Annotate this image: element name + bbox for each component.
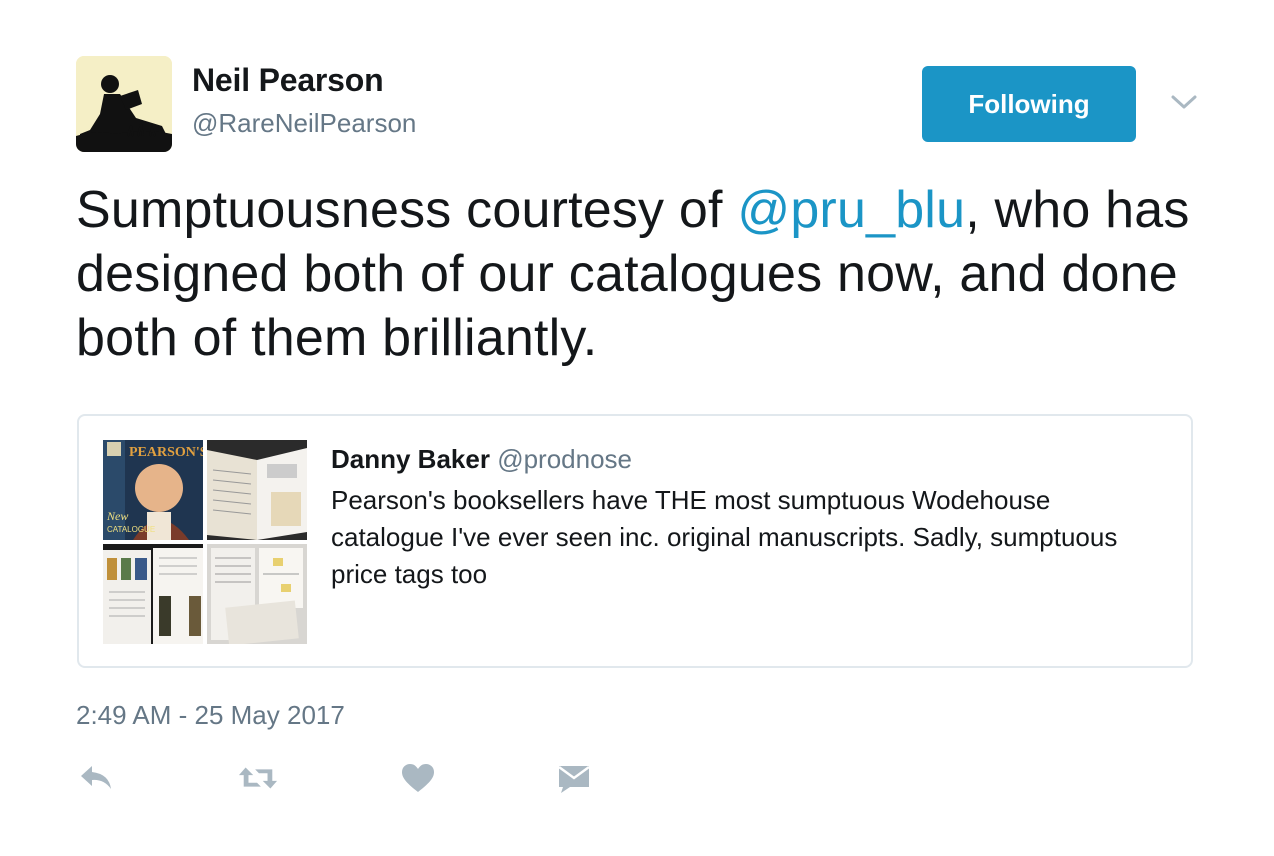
silhouette-reading-avatar-icon xyxy=(76,56,172,152)
tweet-timestamp[interactable]: 2:49 AM - 25 May 2017 xyxy=(76,700,345,731)
retweet-icon xyxy=(238,767,278,789)
catalogue-cover-image: PEARSON'S New CATALOGUE xyxy=(103,440,203,540)
tweet-text-part: Sumptuousness courtesy of xyxy=(76,181,738,239)
cover-new-text: New xyxy=(106,509,128,523)
quoted-tweet-media-grid[interactable]: PEARSON'S New CATALOGUE xyxy=(103,440,309,646)
quoted-tweet-card[interactable]: PEARSON'S New CATALOGUE Danny Baker @pro… xyxy=(77,414,1193,668)
retweet-button[interactable] xyxy=(238,760,278,796)
more-options-button[interactable] xyxy=(1170,90,1198,114)
like-icon xyxy=(402,764,434,792)
direct-message-icon xyxy=(558,765,590,793)
reply-button[interactable] xyxy=(76,760,116,796)
catalogue-pages-image xyxy=(103,544,203,644)
author-name[interactable]: Neil Pearson xyxy=(192,62,384,99)
avatar[interactable] xyxy=(76,56,172,152)
quoted-tweet-text: Pearson's booksellers have THE most sump… xyxy=(331,485,1118,589)
media-thumbnail-letters[interactable] xyxy=(207,544,307,644)
manuscript-letters-image xyxy=(207,544,307,644)
cover-catalogue-text: CATALOGUE xyxy=(107,525,155,534)
tweet-text: Sumptuousness courtesy of @pru_blu, who … xyxy=(76,178,1196,370)
quoted-tweet-header: Danny Baker @prodnose xyxy=(331,444,632,475)
following-button[interactable]: Following xyxy=(922,66,1136,142)
direct-message-button[interactable] xyxy=(554,760,594,796)
reply-icon xyxy=(81,766,111,789)
manuscript-pages-image xyxy=(207,440,307,540)
quoted-author-handle: @prodnose xyxy=(497,444,633,474)
author-handle[interactable]: @RareNeilPearson xyxy=(192,108,416,139)
media-thumbnail-manuscript[interactable] xyxy=(207,440,307,540)
quoted-author-name: Danny Baker xyxy=(331,444,490,474)
chevron-down-icon xyxy=(1171,95,1197,109)
mention-link[interactable]: @pru_blu xyxy=(737,181,965,239)
media-thumbnail-pages[interactable] xyxy=(103,544,203,644)
cover-brand-text: PEARSON'S xyxy=(129,445,203,460)
media-thumbnail-cover[interactable]: PEARSON'S New CATALOGUE xyxy=(103,440,203,540)
like-button[interactable] xyxy=(398,760,438,796)
